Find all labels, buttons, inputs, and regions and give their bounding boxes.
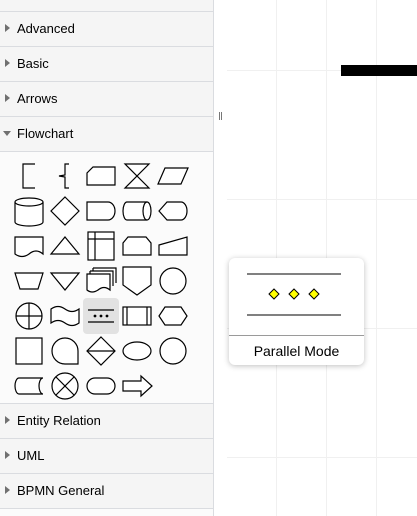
section-label: UML	[17, 448, 45, 463]
section-arrows[interactable]: Arrows	[0, 82, 213, 117]
section-label: BPMN General	[17, 483, 105, 498]
flowchart-collate-shape[interactable]	[119, 158, 155, 194]
flowchart-parallel-mode-shape[interactable]	[83, 298, 119, 334]
flowchart-process-shape[interactable]	[11, 333, 47, 369]
collapse-arrow-icon	[3, 131, 11, 136]
section-header-top[interactable]	[0, 0, 213, 12]
flowchart-start-2-shape[interactable]	[155, 333, 191, 369]
flowchart-display-shape[interactable]	[155, 193, 191, 229]
parallel-mode-preview	[247, 273, 341, 316]
grid-line	[227, 457, 417, 458]
section-entity-relation[interactable]: Entity Relation	[0, 404, 213, 439]
flowchart-extract-shape[interactable]	[47, 228, 83, 264]
flowchart-transfer-shape[interactable]	[119, 368, 155, 404]
expand-arrow-icon	[5, 416, 10, 424]
flowchart-start-shape[interactable]	[119, 333, 155, 369]
section-uml[interactable]: UML	[0, 439, 213, 474]
flowchart-off-page-reference-shape[interactable]	[119, 263, 155, 299]
flowchart-preparation-shape[interactable]	[155, 298, 191, 334]
tooltip-divider	[229, 335, 364, 336]
section-flowchart[interactable]: Flowchart	[0, 117, 213, 152]
section-bpmn-general[interactable]: BPMN General	[0, 474, 213, 509]
flowchart-predefined-process-shape[interactable]	[119, 298, 155, 334]
flowchart-data-shape[interactable]	[155, 158, 191, 194]
flowchart-stored-data-shape[interactable]	[11, 368, 47, 404]
expand-arrow-icon	[5, 59, 10, 67]
shape-preview-tooltip: Parallel Mode	[229, 258, 364, 365]
flowchart-card-shape[interactable]	[83, 158, 119, 194]
section-basic[interactable]: Basic	[0, 47, 213, 82]
expand-arrow-icon	[5, 24, 10, 32]
flowchart-decision-shape[interactable]	[47, 193, 83, 229]
section-label: Basic	[17, 56, 49, 71]
flowchart-direct-data-shape[interactable]	[119, 193, 155, 229]
expand-arrow-icon	[5, 94, 10, 102]
flowchart-terminator-shape[interactable]	[83, 368, 119, 404]
flowchart-annotation-2-shape[interactable]	[47, 158, 83, 194]
flowchart-paper-tape-shape[interactable]	[47, 298, 83, 334]
expand-arrow-icon	[5, 451, 10, 459]
grid-line	[376, 0, 377, 516]
diamond-marker	[268, 288, 280, 300]
flowchart-sequential-data-shape[interactable]	[47, 333, 83, 369]
flowchart-sort-shape[interactable]	[83, 333, 119, 369]
sidebar-splitter-handle[interactable]	[219, 112, 223, 121]
flowchart-multi-document-shape[interactable]	[83, 263, 119, 299]
flowchart-on-page-reference-shape[interactable]	[155, 263, 191, 299]
section-label: Flowchart	[17, 126, 74, 141]
section-label: Entity Relation	[17, 413, 101, 428]
diamond-marker	[308, 288, 320, 300]
flowchart-annotation-1-shape[interactable]	[11, 158, 47, 194]
diagram-edge-shape[interactable]	[341, 65, 417, 76]
flowchart-database-shape[interactable]	[11, 193, 47, 229]
section-advanced[interactable]: Advanced	[0, 12, 213, 47]
flowchart-palette	[0, 153, 213, 404]
grid-line	[227, 199, 417, 200]
tooltip-title: Parallel Mode	[253, 343, 340, 359]
flowchart-manual-input-shape[interactable]	[155, 228, 191, 264]
flowchart-loop-limit-shape[interactable]	[119, 228, 155, 264]
flowchart-merge-shape[interactable]	[47, 263, 83, 299]
flowchart-summing-function-shape[interactable]	[47, 368, 83, 404]
flowchart-internal-storage-shape[interactable]	[83, 228, 119, 264]
diamond-marker	[288, 288, 300, 300]
section-label: Advanced	[17, 21, 75, 36]
flowchart-delay-shape[interactable]	[83, 193, 119, 229]
section-label: Arrows	[17, 91, 58, 106]
flowchart-manual-operation-shape[interactable]	[11, 263, 47, 299]
shapes-sidebar: Advanced Basic Arrows Flowchart Entity R…	[0, 0, 214, 516]
expand-arrow-icon	[5, 486, 10, 494]
flowchart-or-shape[interactable]	[11, 298, 47, 334]
flowchart-document-shape[interactable]	[11, 228, 47, 264]
